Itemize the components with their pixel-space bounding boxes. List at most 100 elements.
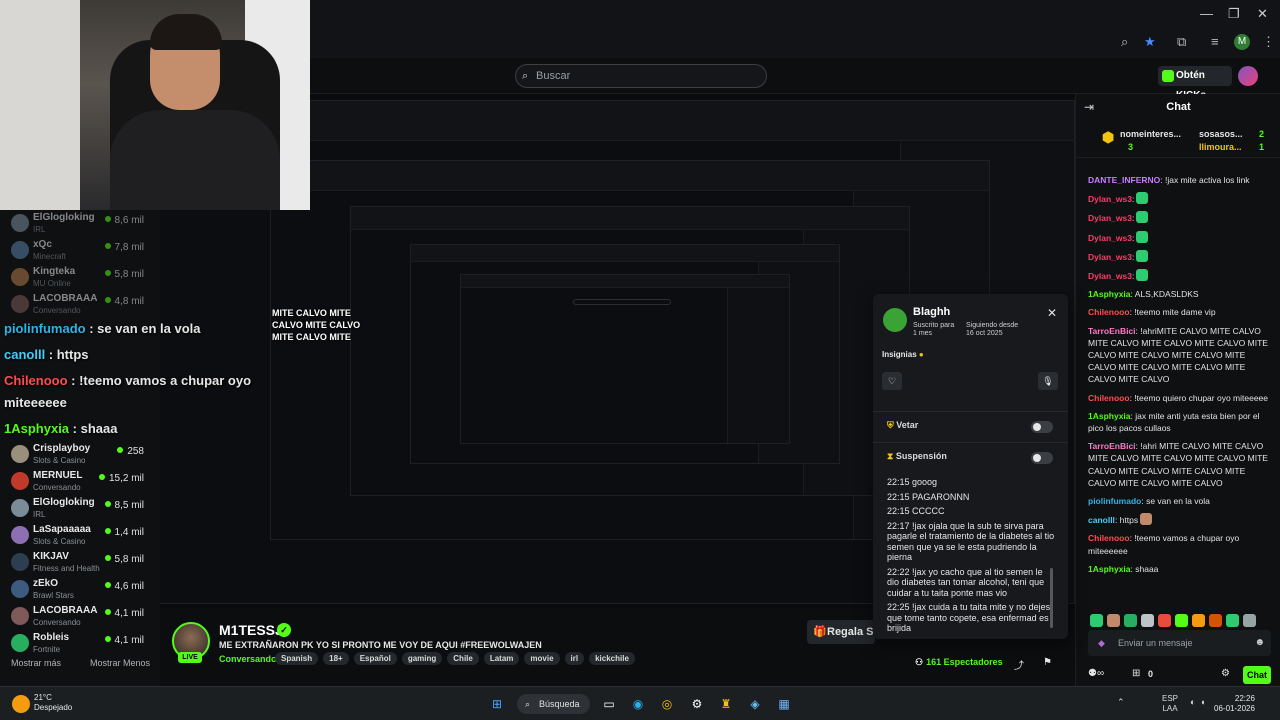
profile-avatar[interactable]: M <box>1234 34 1250 50</box>
task-view-icon[interactable]: ▭ <box>600 695 618 713</box>
mic-button[interactable]: 🎙 <box>1038 372 1058 390</box>
steam-icon[interactable]: ◈ <box>746 695 764 713</box>
chrome-icon[interactable]: ◎ <box>658 695 676 713</box>
emote-icon[interactable] <box>1158 614 1171 627</box>
tag[interactable]: gaming <box>401 652 443 665</box>
tag[interactable]: movie <box>524 652 560 665</box>
obs-icon[interactable]: ⚙ <box>688 695 706 713</box>
emote-icon[interactable] <box>1192 614 1205 627</box>
user-card-name[interactable]: Blaghh <box>913 306 950 318</box>
show-more-link[interactable]: Mostrar más <box>11 658 61 668</box>
chat-username[interactable]: Dylan_ws3 <box>1088 194 1132 204</box>
history-scrollbar[interactable] <box>1050 568 1053 628</box>
extensions-icon[interactable]: ⧉ <box>1177 34 1186 50</box>
taskbar-search[interactable]: ⌕ Búsqueda <box>517 694 590 714</box>
sidebar-item[interactable]: LACOBRAAA Conversando 4,1 mil <box>0 603 160 630</box>
emote-icon[interactable] <box>1175 614 1188 627</box>
maximize-icon[interactable]: ❐ <box>1228 6 1240 22</box>
send-chat-button[interactable]: Chat <box>1243 666 1271 684</box>
network-icon[interactable]: ◐ <box>1190 697 1195 707</box>
share-icon[interactable]: ⤴ <box>1014 657 1024 672</box>
tag[interactable]: 18+ <box>323 652 349 665</box>
chat-username[interactable]: 1Asphyxia <box>1088 411 1131 421</box>
tag[interactable]: Spanish <box>275 652 319 665</box>
users-icon[interactable]: ⚉∞ <box>1088 668 1104 679</box>
chat-username[interactable]: Dylan_ws3 <box>1088 252 1132 262</box>
chat-username[interactable]: Chilenooo <box>1088 533 1130 543</box>
tag[interactable]: Latam <box>483 652 520 665</box>
close-window-icon[interactable]: ✕ <box>1257 6 1268 22</box>
emote-icon[interactable] <box>1107 614 1120 627</box>
chat-username[interactable]: 1Asphyxia <box>1088 289 1131 299</box>
file-explorer-icon[interactable]: ▦ <box>775 695 793 713</box>
tag[interactable]: Español <box>353 652 397 665</box>
language-indicator[interactable]: ESP LAA <box>1162 694 1178 714</box>
tag[interactable]: Chile <box>447 652 479 665</box>
clock[interactable]: 22:26 06-01-2026 <box>1214 694 1255 714</box>
sidebar-item[interactable]: LACOBRAAA Conversando 4,8 mil <box>0 291 160 318</box>
channel-avatar <box>11 445 29 463</box>
volume-icon[interactable]: ◖ <box>1200 697 1205 707</box>
heart-button[interactable]: ♡ <box>882 372 902 390</box>
weather-widget[interactable]: 21°C Despejado <box>34 693 72 713</box>
emote-icon[interactable] <box>1243 614 1256 627</box>
chat-username[interactable]: Chilenooo <box>1088 307 1130 317</box>
chat-username[interactable]: piolinfumado <box>1088 496 1141 506</box>
chat-username[interactable]: DANTE_INFERNO <box>1088 175 1160 185</box>
history-line: 22:22 !jax yo cacho que al tio semen le … <box>887 566 1045 598</box>
chat-username[interactable]: TarroEnBici <box>1088 441 1136 451</box>
emote-icon[interactable] <box>1090 614 1103 627</box>
edge-icon[interactable]: ◉ <box>629 695 647 713</box>
weather-icon[interactable] <box>12 695 30 713</box>
sidebar-item[interactable]: xQc Minecraft 7,8 mil <box>0 237 160 264</box>
chat-message: Chilenooo: !teemo mite dame vip <box>1088 306 1274 318</box>
sidebar-item[interactable]: Crisplayboy Slots & Casino 258 <box>0 441 160 468</box>
sidebar-item[interactable]: Robleis Fortnite 4,1 mil <box>0 630 160 657</box>
tag[interactable]: irl <box>564 652 585 665</box>
streamer-name[interactable]: M1TESSJ <box>219 622 283 638</box>
app-icon[interactable]: ♜ <box>717 695 735 713</box>
emote-icon[interactable] <box>1141 614 1154 627</box>
gifter-name[interactable]: llimoura... <box>1199 142 1242 152</box>
more-options-icon[interactable]: ⚑ <box>1043 657 1052 668</box>
stream-category[interactable]: Conversando <box>219 654 277 664</box>
ban-toggle[interactable] <box>1031 421 1053 433</box>
emote-icon[interactable] <box>1124 614 1137 627</box>
chat-input[interactable]: ◆ Enviar un mensaje ☻ <box>1088 630 1271 656</box>
gifter-name[interactable]: nomeinteres... <box>1120 129 1181 139</box>
get-kicks-button[interactable]: Obtén KICKs <box>1158 66 1232 101</box>
gift-sub-button[interactable]: 🎁 Regala S <box>807 620 875 644</box>
chat-username[interactable]: 1Asphyxia <box>1088 564 1131 574</box>
sidebar-item[interactable]: MERNUEL Conversando 15,2 mil <box>0 468 160 495</box>
gifter-name[interactable]: sosasos... <box>1199 129 1243 139</box>
menu-dots-icon[interactable]: ⋮ <box>1262 34 1275 50</box>
chat-username[interactable]: Dylan_ws3 <box>1088 233 1132 243</box>
bookmark-star-icon[interactable]: ★ <box>1144 34 1156 50</box>
chat-username[interactable]: canolll <box>1088 515 1115 525</box>
minimize-icon[interactable]: — <box>1200 6 1213 21</box>
show-less-link[interactable]: Mostrar Menos <box>90 658 150 668</box>
settings-gear-icon[interactable]: ⚙ <box>1221 668 1230 679</box>
zoom-icon[interactable]: ⌕ <box>1121 34 1128 50</box>
emoji-icon[interactable]: ☻ <box>1254 630 1265 656</box>
user-avatar[interactable] <box>1238 66 1258 86</box>
media-icon[interactable]: ≡ <box>1211 34 1219 49</box>
tray-chevron-icon[interactable]: ⌃ <box>1117 697 1125 708</box>
suspend-toggle[interactable] <box>1031 452 1053 464</box>
sidebar-item[interactable]: KIKJAV Fitness and Health 5,8 mil <box>0 549 160 576</box>
search-input[interactable]: ⌕ Buscar <box>515 64 767 88</box>
close-icon[interactable]: ✕ <box>1047 306 1057 320</box>
start-icon[interactable]: ⊞ <box>488 695 506 713</box>
sidebar-item[interactable]: Kingteka MU Online 5,8 mil <box>0 264 160 291</box>
chat-username[interactable]: Dylan_ws3 <box>1088 271 1132 281</box>
sidebar-item[interactable]: ElGlogloking IRL 8,5 mil <box>0 495 160 522</box>
chat-username[interactable]: TarroEnBici <box>1088 326 1136 336</box>
sidebar-item[interactable]: zEkO Brawl Stars 4,6 mil <box>0 576 160 603</box>
chat-username[interactable]: Dylan_ws3 <box>1088 213 1132 223</box>
emote-icon[interactable] <box>1209 614 1222 627</box>
chat-username[interactable]: Chilenooo <box>1088 393 1130 403</box>
sidebar-item[interactable]: LaSapaaaaa Slots & Casino 1,4 mil <box>0 522 160 549</box>
emote-icon[interactable] <box>1226 614 1239 627</box>
tag[interactable]: kickchile <box>589 652 635 665</box>
sidebar-item[interactable]: ElGlogloking IRL 8,6 mil <box>0 210 160 237</box>
